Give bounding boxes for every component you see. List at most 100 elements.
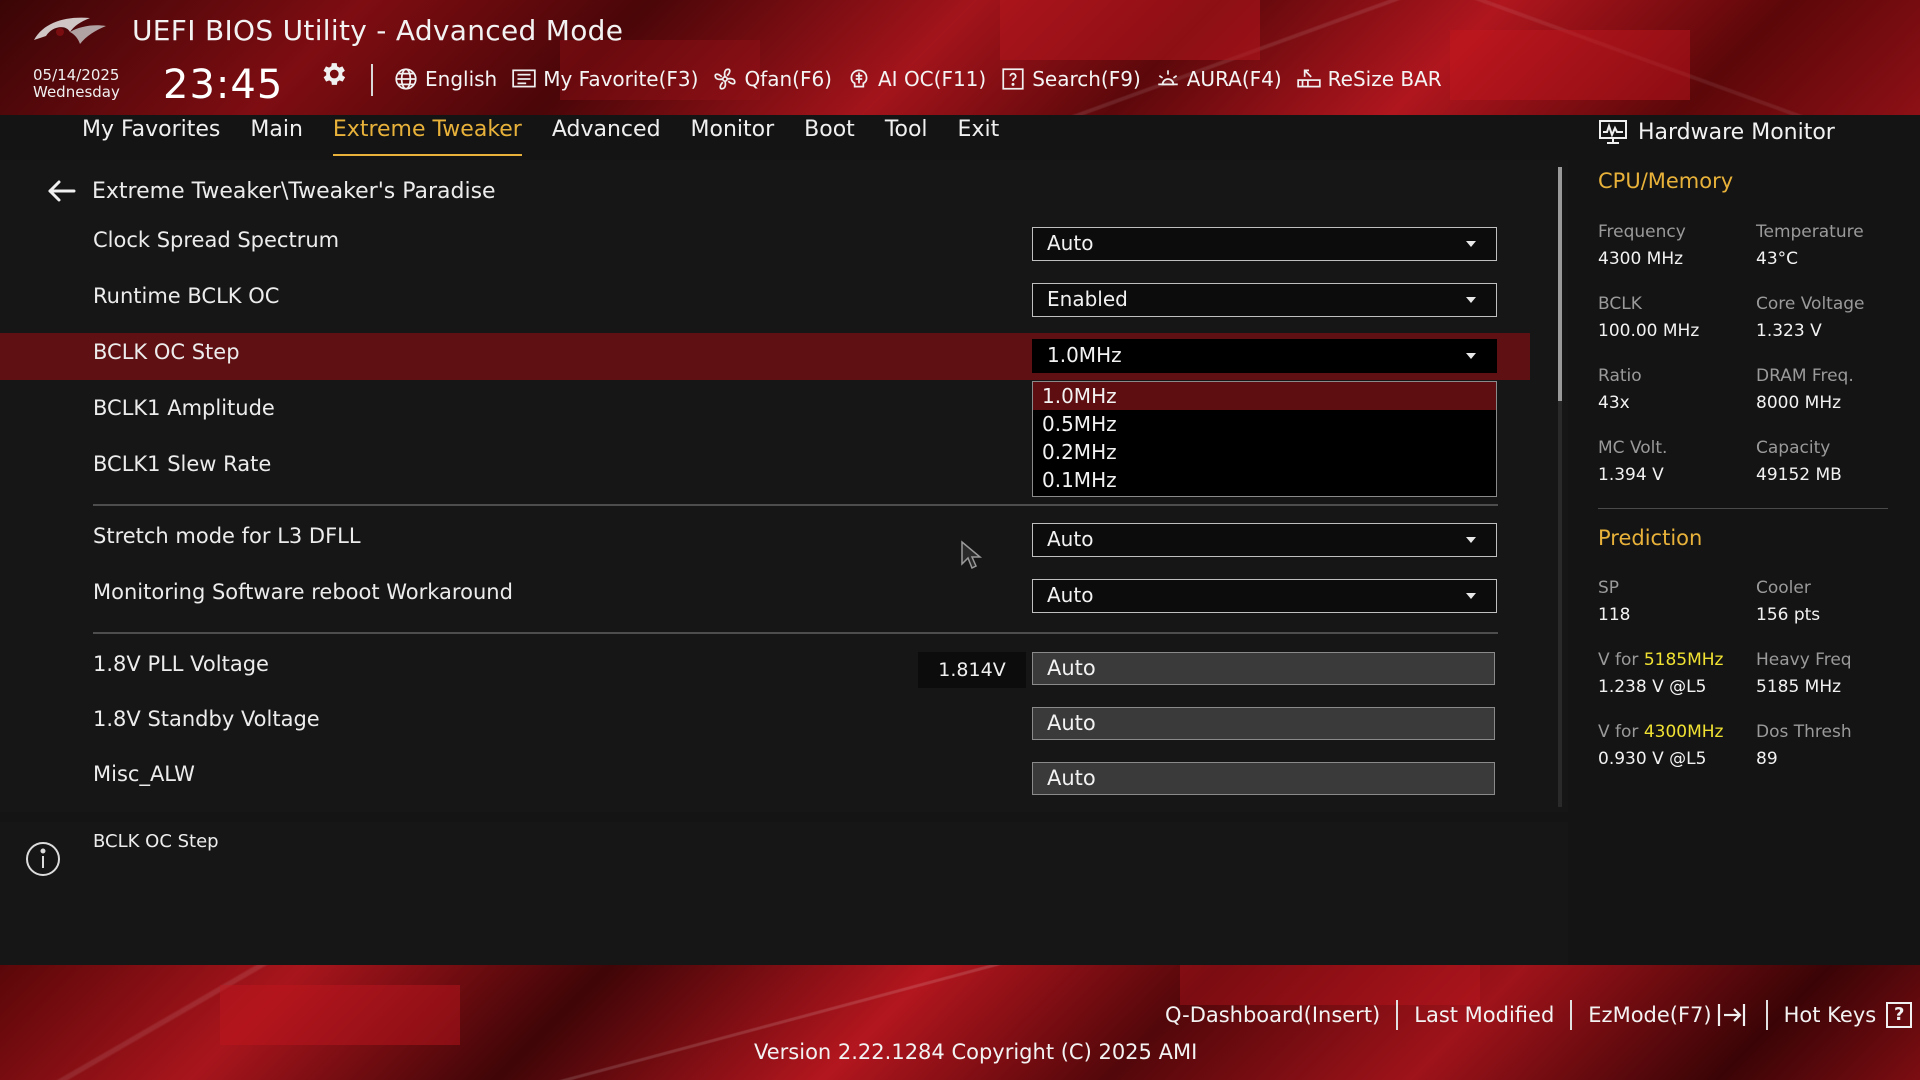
caret-down-icon xyxy=(1466,353,1476,359)
bclk-oc-step-dropdown-list: 1.0MHz 0.5MHz 0.2MHz 0.1MHz xyxy=(1032,381,1497,497)
setting-label-stretch-mode-l3-dfll[interactable]: Stretch mode for L3 DFLL xyxy=(93,524,361,548)
select-value: Enabled xyxy=(1047,287,1128,311)
hw-value: 43°C xyxy=(1756,249,1799,269)
exit-arrow-icon xyxy=(1717,1004,1745,1026)
tab-boot[interactable]: Boot xyxy=(804,116,855,156)
hw-value: 1.394 V xyxy=(1598,465,1664,485)
prediction-heading: Prediction xyxy=(1598,526,1703,550)
hot-keys-button[interactable]: Hot Keys ? xyxy=(1784,1002,1913,1028)
bclk-oc-step-select[interactable]: 1.0MHz xyxy=(1032,339,1497,373)
v-for-frequency: 5185MHz xyxy=(1643,650,1724,670)
hw-label: Temperature xyxy=(1756,222,1864,242)
pll-voltage-input[interactable]: Auto xyxy=(1032,652,1495,685)
hardware-monitor-label: Hardware Monitor xyxy=(1638,119,1835,145)
dropdown-option[interactable]: 0.1MHz xyxy=(1033,466,1496,494)
ezmode-button[interactable]: EzMode(F7) xyxy=(1588,1002,1749,1028)
setting-label-bclk1-slew-rate[interactable]: BCLK1 Slew Rate xyxy=(93,452,271,476)
select-value: Auto xyxy=(1047,583,1094,607)
standby-voltage-input[interactable]: Auto xyxy=(1032,707,1495,740)
hardware-monitor-title: Hardware Monitor xyxy=(1598,118,1835,146)
q-dashboard-button[interactable]: Q-Dashboard(Insert) xyxy=(1165,1003,1380,1027)
rog-logo-icon xyxy=(34,17,106,44)
my-favorite-button[interactable]: My Favorite(F3) xyxy=(511,66,698,92)
setting-label-bclk1-amplitude[interactable]: BCLK1 Amplitude xyxy=(93,396,275,420)
hw-label: Capacity xyxy=(1756,438,1831,458)
aura-button[interactable]: AURA(F4) xyxy=(1155,66,1282,92)
cpu-memory-heading: CPU/Memory xyxy=(1598,169,1734,193)
qfan-label: Qfan(F6) xyxy=(744,67,832,91)
tab-my-favorites[interactable]: My Favorites xyxy=(82,116,220,156)
heavy-freq-label: Heavy Freq xyxy=(1756,650,1852,670)
fan-icon xyxy=(714,68,737,90)
scrollbar-thumb[interactable] xyxy=(1558,167,1562,401)
v-for-prefix: V for xyxy=(1598,722,1639,742)
hw-value: 100.00 MHz xyxy=(1598,321,1700,341)
hw-label: Frequency xyxy=(1598,222,1686,242)
aura-light-icon xyxy=(1158,70,1178,86)
gear-icon[interactable] xyxy=(318,59,348,89)
monitor-icon xyxy=(1599,120,1627,144)
resize-bar-button[interactable]: ReSize BAR xyxy=(1296,66,1442,92)
setting-label-clock-spread-spectrum[interactable]: Clock Spread Spectrum xyxy=(93,228,339,252)
setting-label-monitoring-software-reboot[interactable]: Monitoring Software reboot Workaround xyxy=(93,580,513,604)
hw-label: DRAM Freq. xyxy=(1756,366,1854,386)
search-button[interactable]: Search(F9) xyxy=(1000,66,1141,92)
caret-down-icon xyxy=(1466,241,1476,247)
select-value: Auto xyxy=(1047,527,1094,551)
caret-down-icon xyxy=(1466,537,1476,543)
v-for-label: V for 4300MHz xyxy=(1598,722,1723,742)
my-favorite-label: My Favorite(F3) xyxy=(543,67,699,91)
ai-oc-label: AI OC(F11) xyxy=(878,67,987,91)
language-label: English xyxy=(425,67,498,91)
hw-label: MC Volt. xyxy=(1598,438,1668,458)
dropdown-option[interactable]: 0.2MHz xyxy=(1033,438,1496,466)
weekday-text: Wednesday xyxy=(33,83,120,101)
ai-chip-icon xyxy=(850,69,868,88)
dropdown-option[interactable]: 0.5MHz xyxy=(1033,410,1496,438)
ai-oc-button[interactable]: AI OC(F11) xyxy=(846,66,986,92)
back-arrow-icon[interactable] xyxy=(46,178,76,204)
search-label: Search(F9) xyxy=(1032,67,1141,91)
hw-value: 4300 MHz xyxy=(1598,249,1684,269)
hw-label: Ratio xyxy=(1598,366,1642,386)
ezmode-label: EzMode(F7) xyxy=(1588,1003,1712,1027)
language-button[interactable]: English xyxy=(393,66,497,92)
sp-label: SP xyxy=(1598,578,1620,598)
dropdown-option[interactable]: 1.0MHz xyxy=(1033,382,1496,410)
v-for-value: 1.238 V @L5 xyxy=(1598,677,1707,697)
caret-down-icon xyxy=(1466,593,1476,599)
last-modified-button[interactable]: Last Modified xyxy=(1414,1003,1554,1027)
tab-extreme-tweaker[interactable]: Extreme Tweaker xyxy=(332,116,522,156)
runtime-bclk-oc-select[interactable]: Enabled xyxy=(1032,283,1497,317)
help-text: BCLK OC Step xyxy=(93,831,219,852)
mouse-pointer-icon xyxy=(961,540,983,570)
tab-main[interactable]: Main xyxy=(250,116,303,156)
tab-tool[interactable]: Tool xyxy=(885,116,928,156)
heavy-freq-value: 5185 MHz xyxy=(1756,677,1842,697)
hw-label: BCLK xyxy=(1598,294,1642,314)
section-divider xyxy=(93,632,1498,634)
clock-spread-spectrum-select[interactable]: Auto xyxy=(1032,227,1497,261)
clock[interactable]: 23:45 xyxy=(163,62,283,108)
hw-value: 1.323 V xyxy=(1756,321,1822,341)
qfan-button[interactable]: Qfan(F6) xyxy=(712,66,832,92)
toolbar: English My Favorite(F3) Qfan(F6) AI OC(F… xyxy=(393,62,1456,96)
resize-bar-label: ReSize BAR xyxy=(1327,67,1442,91)
help-panel xyxy=(0,822,1568,965)
hw-value: 43x xyxy=(1598,393,1630,413)
misc-alw-input[interactable]: Auto xyxy=(1032,762,1495,795)
tab-advanced[interactable]: Advanced xyxy=(552,116,661,156)
monitoring-software-reboot-select[interactable]: Auto xyxy=(1032,579,1497,613)
date-display: 05/14/2025 Wednesday xyxy=(33,67,120,101)
app-title: UEFI BIOS Utility - Advanced Mode xyxy=(132,14,624,47)
setting-label-misc-alw[interactable]: Misc_ALW xyxy=(93,762,195,786)
setting-label-runtime-bclk-oc[interactable]: Runtime BCLK OC xyxy=(93,284,279,308)
setting-label-1-8v-pll-voltage[interactable]: 1.8V PLL Voltage xyxy=(93,652,269,676)
stretch-mode-l3-dfll-select[interactable]: Auto xyxy=(1032,523,1497,557)
cooler-value: 156 pts xyxy=(1756,605,1821,625)
tab-monitor[interactable]: Monitor xyxy=(691,116,775,156)
tab-exit[interactable]: Exit xyxy=(958,116,1000,156)
hw-value: 49152 MB xyxy=(1756,465,1842,485)
setting-label-1-8v-standby-voltage[interactable]: 1.8V Standby Voltage xyxy=(93,707,320,731)
setting-label-bclk-oc-step[interactable]: BCLK OC Step xyxy=(93,340,240,364)
